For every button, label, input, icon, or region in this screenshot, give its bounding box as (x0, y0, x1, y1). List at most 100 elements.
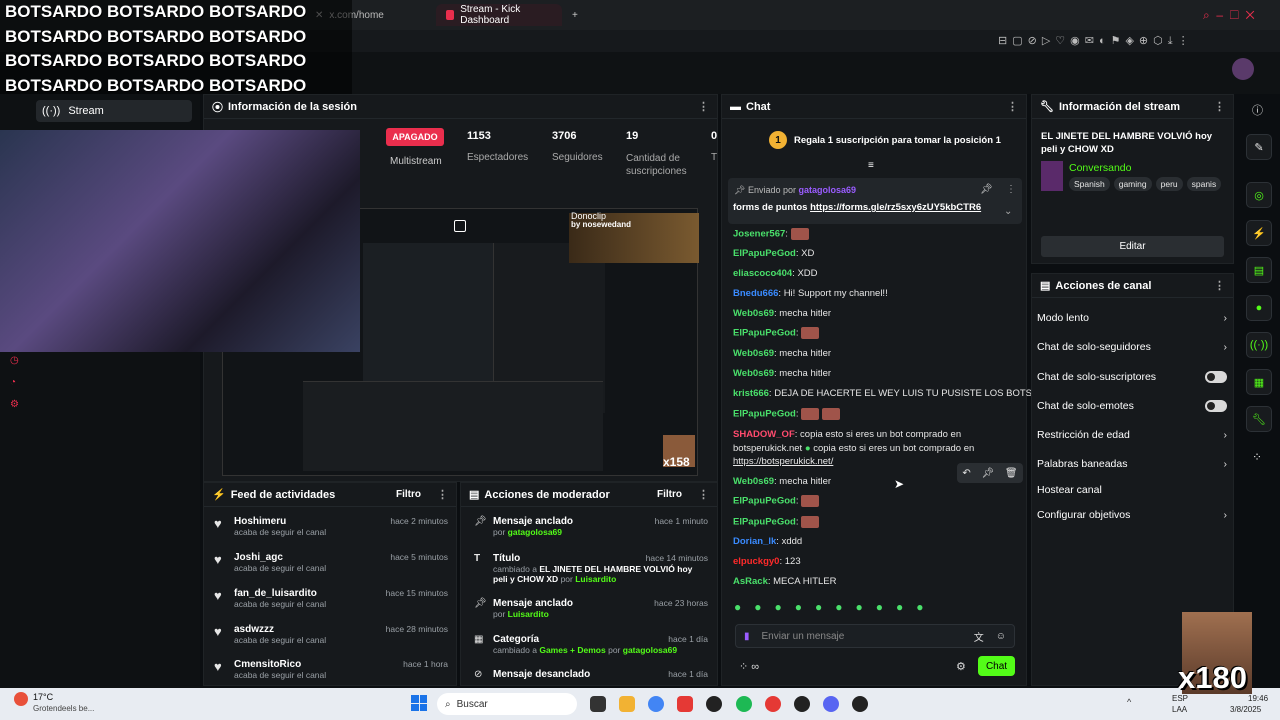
lightning-icon[interactable]: ⚡ (1246, 220, 1272, 246)
app-icon[interactable] (852, 696, 868, 712)
sidebar-item-stream[interactable]: ((·)) Stream (36, 100, 192, 122)
tag[interactable]: peru (1155, 177, 1183, 191)
chrome-icon[interactable] (648, 696, 664, 712)
emote-bar[interactable]: ●●●●●●●●●● (734, 600, 936, 614)
chat-message[interactable]: Web0s69: mecha hitler (733, 368, 831, 379)
tag[interactable]: spanis (1186, 177, 1222, 191)
list-item[interactable]: ♥ fan_de_luisardito acaba de seguir el can… (214, 588, 448, 609)
new-tab-button[interactable]: + (562, 4, 588, 26)
pin-action-icon[interactable]: 📌︎ (980, 184, 993, 195)
pinned-link[interactable]: https://forms.gle/rz5sxy6zUY5kbCTR6 (810, 202, 981, 213)
subs-only-item[interactable]: Chat de solo-suscriptores (1037, 371, 1227, 383)
edit-button[interactable]: Editar (1041, 236, 1224, 257)
more-options-icon[interactable]: ⋮ (1006, 184, 1016, 195)
more-options-icon[interactable]: ⋮ (698, 100, 709, 113)
chat-message[interactable]: Web0s69: mecha hitler (733, 476, 831, 487)
gift-sub-banner[interactable]: Regala 1 suscripción para tomar la posic… (794, 135, 1001, 146)
chat-message[interactable]: krist666: DEJA DE HACERTE EL WEY LUIS TU… (733, 388, 1032, 399)
tag[interactable]: gaming (1113, 177, 1152, 191)
reply-icon[interactable]: ↶ (962, 468, 970, 479)
more-options-icon[interactable]: ⋮ (1007, 100, 1018, 113)
more-options-icon[interactable]: ⋮ (1214, 279, 1225, 292)
extension-icons[interactable]: ⊟▢⊘▷♡◉✉◐⚑◈⊕⬡⤓⋮ (998, 34, 1194, 48)
wrench-icon[interactable]: 🔧︎ (1246, 406, 1272, 432)
list-item[interactable]: ♥ Hoshimeru acaba de seguir el canal hace 2… (214, 516, 448, 537)
list-item[interactable]: ♥ Joshi_agc acaba de seguir el canal hace 5… (214, 552, 448, 573)
chat-bubble-icon[interactable]: ● (1246, 295, 1272, 321)
sidebar-icons[interactable]: ◷ ◔ ⚙ (10, 350, 19, 416)
mod-action-item[interactable]: 📌︎ Mensaje anclado por gatagolosa69 hace 1 … (472, 516, 708, 537)
opera-icon[interactable] (765, 696, 781, 712)
mod-action-item[interactable]: ▦ Categoría cambiado a Games + Demos por g… (472, 634, 708, 655)
more-options-icon[interactable]: ⋮ (1214, 100, 1225, 113)
chat-input[interactable]: ▮ Enviar un mensaje 文 ☺ (735, 624, 1015, 648)
app-icon[interactable] (706, 696, 722, 712)
tab-kick-dashboard[interactable]: Stream - Kick Dashboard (436, 4, 562, 26)
trash-icon[interactable]: 🗑︎ (1005, 468, 1018, 479)
banned-words-item[interactable]: Palabras baneadas › (1037, 458, 1227, 470)
chevron-down-icon[interactable]: ⌄ (1004, 206, 1012, 217)
list-item[interactable]: ♥ CmensitoRico acaba de seguir el canal hac… (214, 659, 448, 680)
avatar[interactable] (1232, 58, 1254, 80)
tag[interactable]: Spanish (1069, 177, 1110, 191)
broadcast-icon[interactable]: ((·)) (1246, 332, 1272, 358)
apps-icon[interactable]: ⁘ (1252, 450, 1262, 464)
pin-icon[interactable]: 📌︎ (981, 468, 994, 479)
chat-message[interactable]: eliascoco404: XDD (733, 268, 818, 279)
chat-message[interactable]: SHADOW_OF: copia esto si eres un bot com… (733, 429, 961, 440)
filter-button[interactable]: Filtro (396, 489, 421, 500)
host-channel-item[interactable]: Hostear canal (1037, 484, 1227, 496)
emotes-only-toggle[interactable] (1205, 400, 1227, 412)
info-icon[interactable]: ⓘ (1252, 102, 1263, 118)
message-actions[interactable]: ↶ 📌︎ 🗑︎ (957, 463, 1023, 483)
spotify-icon[interactable] (736, 696, 752, 712)
age-restriction-item[interactable]: Restricción de edad › (1037, 429, 1227, 441)
chat-message[interactable]: ElPapuPeGod: (733, 408, 840, 420)
discord-icon[interactable] (823, 696, 839, 712)
settings-dots-icon[interactable]: ⁘ ∞ (739, 660, 759, 673)
tray-chevron-icon[interactable]: ^ (1127, 697, 1131, 707)
chat-message-cont[interactable]: botsperukick.net ● copia esto si eres un… (733, 443, 974, 454)
chat-message[interactable]: ElPapuPeGod: (733, 327, 820, 339)
goals-item[interactable]: Configurar objetivos › (1037, 509, 1227, 521)
file-explorer-icon[interactable] (619, 696, 635, 712)
gear-icon[interactable]: ⚙ (956, 660, 966, 673)
chat-message[interactable]: Dorian_lk: xddd (733, 536, 802, 547)
app-icon[interactable] (794, 696, 810, 712)
document-icon[interactable]: ▤ (1246, 257, 1272, 283)
language-layout[interactable]: LAA (1172, 705, 1187, 714)
chat-message[interactable]: Josener567: (733, 228, 809, 240)
list-item[interactable]: ♥ asdwzzz acaba de seguir el canal hace 28 … (214, 624, 448, 645)
layout-icon[interactable]: ▦ (1246, 369, 1272, 395)
taskbar-search[interactable]: ⌕ Buscar (437, 693, 577, 715)
task-view-icon[interactable] (590, 696, 606, 712)
slow-mode-item[interactable]: Modo lento › (1037, 312, 1227, 324)
category-name[interactable]: Conversando (1069, 162, 1131, 174)
chat-message[interactable]: Web0s69: mecha hitler (733, 348, 831, 359)
pinned-message[interactable]: 📌︎ Enviado por gatagolosa69 forms de pun… (728, 178, 1022, 224)
chat-message[interactable]: ElPapuPeGod: XD (733, 248, 814, 259)
filter-button[interactable]: Filtro (657, 489, 682, 500)
mod-action-item[interactable]: ⊘ Mensaje desanclado hace 1 día (472, 669, 708, 680)
clock-date[interactable]: 3/8/2025 (1230, 705, 1261, 714)
followers-only-item[interactable]: Chat de solo-seguidores › (1037, 341, 1227, 353)
chat-message[interactable]: AsRack: MECA HITLER (733, 576, 837, 587)
popout-icon[interactable] (454, 220, 466, 232)
chat-message[interactable]: Web0s69: mecha hitler (733, 308, 831, 319)
chat-link[interactable]: https://botsperukick.net/ (733, 456, 833, 467)
chat-message[interactable]: elpuckgy0: 123 (733, 556, 801, 567)
more-options-icon[interactable]: ⋮ (437, 488, 448, 501)
camera-icon[interactable]: ◎ (1246, 182, 1272, 208)
translate-icon[interactable]: 文 (974, 629, 984, 644)
chat-message[interactable]: Bnedu666: Hi! Support my channel!! (733, 288, 888, 299)
emoji-icon[interactable]: ☺ (996, 631, 1006, 642)
expand-icon[interactable]: ≡ (868, 160, 874, 171)
edit-pencil-icon[interactable]: ✎ (1246, 134, 1272, 160)
emotes-only-item[interactable]: Chat de solo-emotes (1037, 400, 1227, 412)
more-options-icon[interactable]: ⋮ (698, 488, 709, 501)
subs-only-toggle[interactable] (1205, 371, 1227, 383)
send-chat-button[interactable]: Chat (978, 656, 1015, 676)
app-icon[interactable] (677, 696, 693, 712)
chat-message[interactable]: ElPapuPeGod: (733, 516, 820, 528)
mod-action-item[interactable]: 📌︎ Mensaje anclado por Luisardito hace 23 h… (472, 598, 708, 619)
